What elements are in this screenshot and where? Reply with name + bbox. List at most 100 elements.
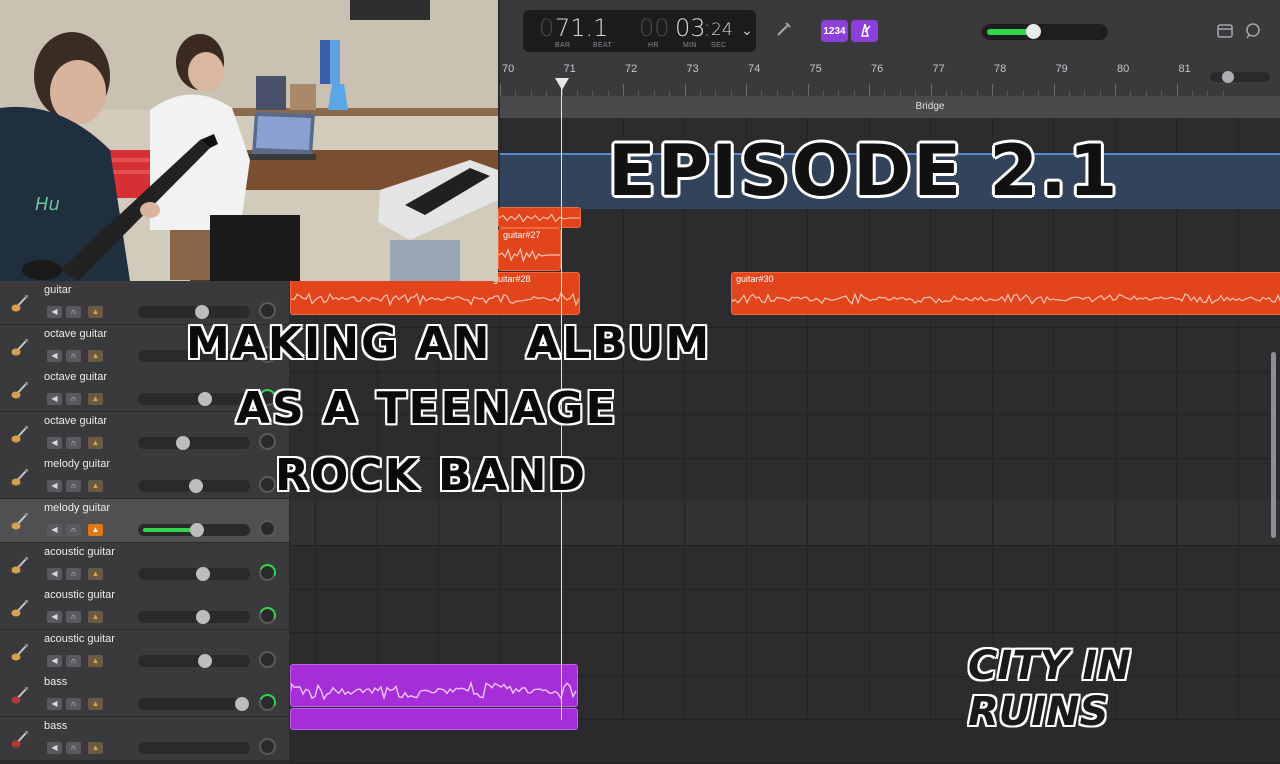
vertical-scrollbar[interactable]	[1271, 352, 1276, 538]
playhead-handle[interactable]	[555, 78, 569, 90]
record-enable-icon[interactable]: ▲	[88, 568, 103, 580]
zoom-knob[interactable]	[1222, 71, 1234, 83]
record-enable-icon[interactable]: ▲	[88, 655, 103, 667]
record-enable-icon[interactable]: ▲	[88, 350, 103, 362]
track-header[interactable]: acoustic guitar ◀ ∩ ▲	[0, 630, 289, 674]
volume-fader-knob[interactable]	[198, 654, 212, 668]
track-name[interactable]: octave guitar	[44, 415, 107, 427]
arrangement-marker-bridge[interactable]: Bridge	[880, 101, 980, 112]
volume-fader-knob[interactable]	[176, 436, 190, 450]
headphones-icon[interactable]: ∩	[66, 393, 81, 405]
headphones-icon[interactable]: ∩	[66, 437, 81, 449]
bar-tick	[746, 84, 747, 96]
headphones-icon[interactable]: ∩	[66, 350, 81, 362]
mute-icon[interactable]: ◀	[47, 524, 62, 536]
volume-fader-knob[interactable]	[195, 305, 209, 319]
pan-knob[interactable]	[259, 520, 276, 537]
headphones-icon[interactable]: ∩	[66, 742, 81, 754]
bar-tick	[684, 84, 686, 96]
notes-icon[interactable]	[1216, 22, 1234, 45]
ruler[interactable]	[500, 62, 1280, 96]
track-header[interactable]: acoustic guitar ◀ ∩ ▲	[0, 543, 289, 587]
pan-knob[interactable]	[259, 738, 276, 755]
record-enable-icon[interactable]: ▲	[88, 742, 103, 754]
mute-icon[interactable]: ◀	[47, 437, 62, 449]
pan-knob[interactable]	[259, 302, 276, 319]
track-header[interactable]: acoustic guitar ◀ ∩ ▲	[0, 586, 289, 630]
chevron-down-icon[interactable]: ⌄	[741, 22, 753, 39]
headphones-icon[interactable]: ∩	[66, 698, 81, 710]
mute-icon[interactable]: ◀	[47, 568, 62, 580]
track-header[interactable]: melody guitar ◀ ∩ ▲	[0, 499, 289, 543]
track-name[interactable]: melody guitar	[44, 458, 110, 470]
mute-icon[interactable]: ◀	[47, 742, 62, 754]
track-header[interactable]: melody guitar ◀ ∩ ▲	[0, 455, 289, 499]
record-enable-icon[interactable]: ▲	[88, 393, 103, 405]
waveform	[291, 680, 577, 701]
region-guitar-top[interactable]	[498, 207, 581, 228]
record-enable-icon[interactable]: ▲	[88, 611, 103, 623]
track-name[interactable]: acoustic guitar	[44, 633, 115, 645]
mute-icon[interactable]: ◀	[47, 655, 62, 667]
track-name[interactable]: acoustic guitar	[44, 589, 115, 601]
headphones-icon[interactable]: ∩	[66, 611, 81, 623]
volume-fader[interactable]	[138, 393, 250, 405]
volume-fader-knob[interactable]	[235, 697, 249, 711]
tuner-icon[interactable]	[775, 20, 793, 43]
region-bass-2[interactable]	[290, 708, 578, 730]
record-enable-icon[interactable]: ▲	[88, 480, 103, 492]
volume-fader[interactable]	[138, 611, 250, 623]
mute-icon[interactable]: ◀	[47, 698, 62, 710]
headphones-icon[interactable]: ∩	[66, 306, 81, 318]
volume-fader[interactable]	[138, 698, 250, 710]
mute-icon[interactable]: ◀	[47, 306, 62, 318]
region-bass[interactable]	[290, 664, 578, 707]
bar-tick	[807, 84, 809, 96]
volume-fader[interactable]	[138, 655, 250, 667]
track-header[interactable]: bass ◀ ∩ ▲	[0, 717, 289, 761]
track-header[interactable]: bass ◀ ∩ ▲	[0, 673, 289, 717]
volume-fader[interactable]	[138, 568, 250, 580]
electric-guitar-icon	[10, 466, 32, 488]
volume-fader-knob[interactable]	[196, 610, 210, 624]
zoom-slider[interactable]	[1210, 72, 1270, 82]
track-name[interactable]: guitar	[44, 284, 72, 296]
region-guitar27[interactable]: guitar#27	[498, 228, 561, 271]
record-enable-icon[interactable]: ▲	[88, 524, 103, 536]
master-volume-knob[interactable]	[1026, 24, 1041, 39]
record-enable-icon[interactable]: ▲	[88, 437, 103, 449]
volume-fader-knob[interactable]	[189, 479, 203, 493]
headphones-icon[interactable]: ∩	[66, 480, 81, 492]
record-enable-icon[interactable]: ▲	[88, 698, 103, 710]
track-name[interactable]: acoustic guitar	[44, 546, 115, 558]
volume-fader[interactable]	[138, 437, 250, 449]
track-name[interactable]: melody guitar	[44, 502, 110, 514]
lcd-display[interactable]: 0 71.1 BAR BEAT 00 03 : 24 HR MIN SEC	[523, 10, 756, 52]
track-name[interactable]: octave guitar	[44, 328, 107, 340]
volume-fader[interactable]	[138, 306, 250, 318]
region-guitar30[interactable]: guitar#30	[731, 272, 1280, 315]
pan-indicator	[256, 604, 279, 627]
track-name[interactable]: octave guitar	[44, 371, 107, 383]
mute-icon[interactable]: ◀	[47, 611, 62, 623]
volume-fader-knob[interactable]	[198, 392, 212, 406]
record-enable-icon[interactable]: ▲	[88, 306, 103, 318]
pan-knob[interactable]	[259, 651, 276, 668]
volume-fader[interactable]	[138, 742, 250, 754]
headphones-icon[interactable]: ∩	[66, 655, 81, 667]
volume-fader-knob[interactable]	[190, 523, 204, 537]
volume-fader-knob[interactable]	[196, 567, 210, 581]
track-name[interactable]: bass	[44, 676, 67, 688]
track-name[interactable]: bass	[44, 720, 67, 732]
mute-icon[interactable]: ◀	[47, 393, 62, 405]
mute-icon[interactable]: ◀	[47, 350, 62, 362]
metronome-button[interactable]	[851, 20, 878, 42]
pan-knob[interactable]	[259, 476, 276, 493]
bar-tick	[992, 84, 993, 96]
loops-icon[interactable]	[1244, 22, 1262, 45]
headphones-icon[interactable]: ∩	[66, 524, 81, 536]
headphones-icon[interactable]: ∩	[66, 568, 81, 580]
count-in-button[interactable]: 1234	[821, 20, 848, 42]
mute-icon[interactable]: ◀	[47, 480, 62, 492]
pan-knob[interactable]	[259, 433, 276, 450]
